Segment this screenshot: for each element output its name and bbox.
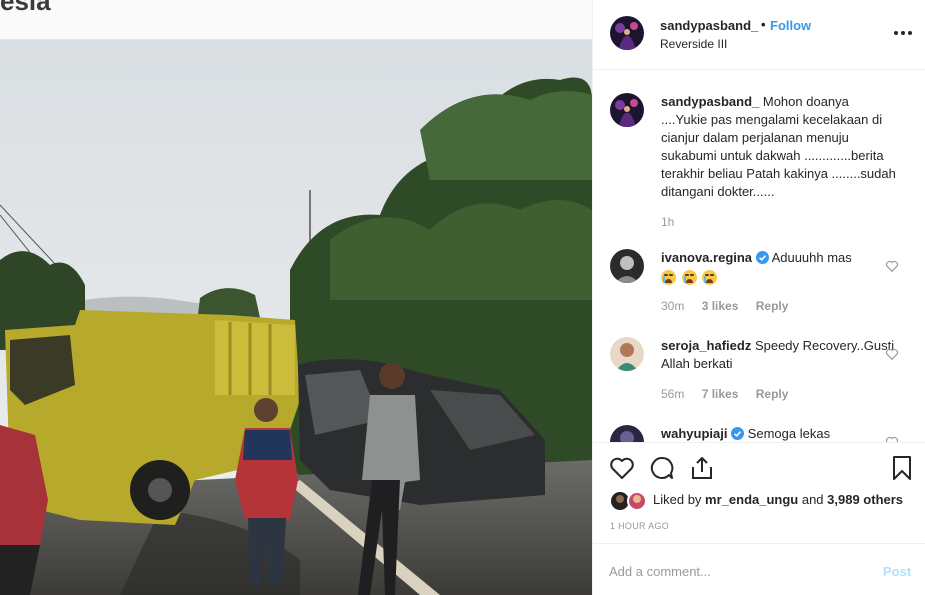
page-headline-fragment: esia (0, 0, 51, 16)
like-heart-icon[interactable] (885, 259, 899, 273)
comment-text: Aduuuhh mas (768, 250, 852, 265)
emoji-row (661, 268, 896, 286)
liked-by-count[interactable]: 3,989 others (827, 492, 903, 507)
liked-by-user[interactable]: mr_enda_ungu (705, 492, 798, 507)
comment-text-block: seroja_hafiedz Speedy Recovery..Gusti Al… (661, 337, 896, 373)
comment-bubble-icon[interactable] (649, 455, 675, 481)
avatar[interactable] (610, 249, 644, 283)
comment-time[interactable]: 56m (661, 387, 684, 401)
post-timestamp[interactable]: 1 HOUR AGO (610, 521, 669, 531)
comment-likes[interactable]: 3 likes (702, 299, 739, 313)
liked-by-prefix: Liked by (653, 492, 706, 507)
avatar[interactable] (610, 93, 644, 127)
crying-emoji-icon (681, 270, 697, 286)
liked-by-and: and (798, 492, 828, 507)
liker-avatars[interactable] (610, 491, 650, 511)
comment-time[interactable]: 1h (661, 215, 674, 229)
post-header: sandypasband_ • Follow Reverside III (593, 0, 925, 70)
more-dots-icon[interactable] (893, 30, 913, 36)
verified-badge-icon (755, 251, 769, 264)
comment-meta: 1h (661, 215, 688, 229)
post-location[interactable]: Reverside III (660, 37, 727, 51)
comment-text-block: sandypasband_ Mohon doanya ....Yukie pas… (661, 93, 896, 201)
likes-summary: Liked by mr_enda_ungu and 3,989 others (610, 491, 903, 511)
avatar[interactable] (610, 16, 644, 50)
avatar[interactable] (610, 337, 644, 371)
like-heart-icon[interactable] (885, 347, 899, 361)
post-actions: Liked by mr_enda_ungu and 3,989 others 1… (593, 442, 925, 542)
verified-badge-icon (731, 427, 745, 440)
avatar[interactable] (610, 425, 644, 442)
add-comment-bar: Post (593, 543, 925, 595)
reply-button[interactable]: Reply (756, 299, 789, 313)
comment-username[interactable]: sandypasband_ (661, 94, 759, 109)
separator-dot: • (761, 17, 766, 32)
like-heart-icon[interactable] (885, 435, 899, 442)
accident-photo[interactable] (0, 40, 592, 595)
comment-text: Mohon doanya ....Yukie pas mengalami kec… (661, 94, 896, 199)
comment-text-block: ivanova.regina Aduuuhh mas (661, 249, 896, 286)
comment-text-block: wahyupiaji Semoga lekas (661, 425, 896, 442)
like-heart-icon[interactable] (609, 455, 635, 481)
comment-username[interactable]: wahyupiaji (661, 426, 727, 441)
post-sidebar: sandypasband_ • Follow Reverside III san… (592, 0, 925, 595)
follow-button[interactable]: Follow (770, 18, 811, 33)
comment-meta: 30m 3 likes Reply (661, 299, 802, 313)
post-comment-button[interactable]: Post (883, 564, 911, 579)
comment-meta: 56m 7 likes Reply (661, 387, 802, 401)
crying-emoji-icon (661, 270, 676, 286)
reply-button[interactable]: Reply (756, 387, 789, 401)
instagram-post-view: esia sandypasband_ • Follow Reverside II… (0, 0, 925, 595)
comment-username[interactable]: seroja_hafiedz (661, 338, 751, 353)
comment-likes[interactable]: 7 likes (702, 387, 739, 401)
comment-time[interactable]: 30m (661, 299, 684, 313)
share-icon[interactable] (689, 455, 715, 481)
bookmark-icon[interactable] (889, 455, 915, 481)
post-author-username[interactable]: sandypasband_ (660, 18, 758, 33)
likes-text: Liked by mr_enda_ungu and 3,989 others (653, 492, 903, 507)
comment-input[interactable] (609, 560, 859, 582)
comment-username[interactable]: ivanova.regina (661, 250, 752, 265)
photo-panel: esia (0, 0, 592, 595)
comment-text: Semoga lekas (744, 426, 831, 441)
crying-emoji-icon (702, 270, 718, 286)
comments-list[interactable]: sandypasband_ Mohon doanya ....Yukie pas… (593, 71, 925, 442)
